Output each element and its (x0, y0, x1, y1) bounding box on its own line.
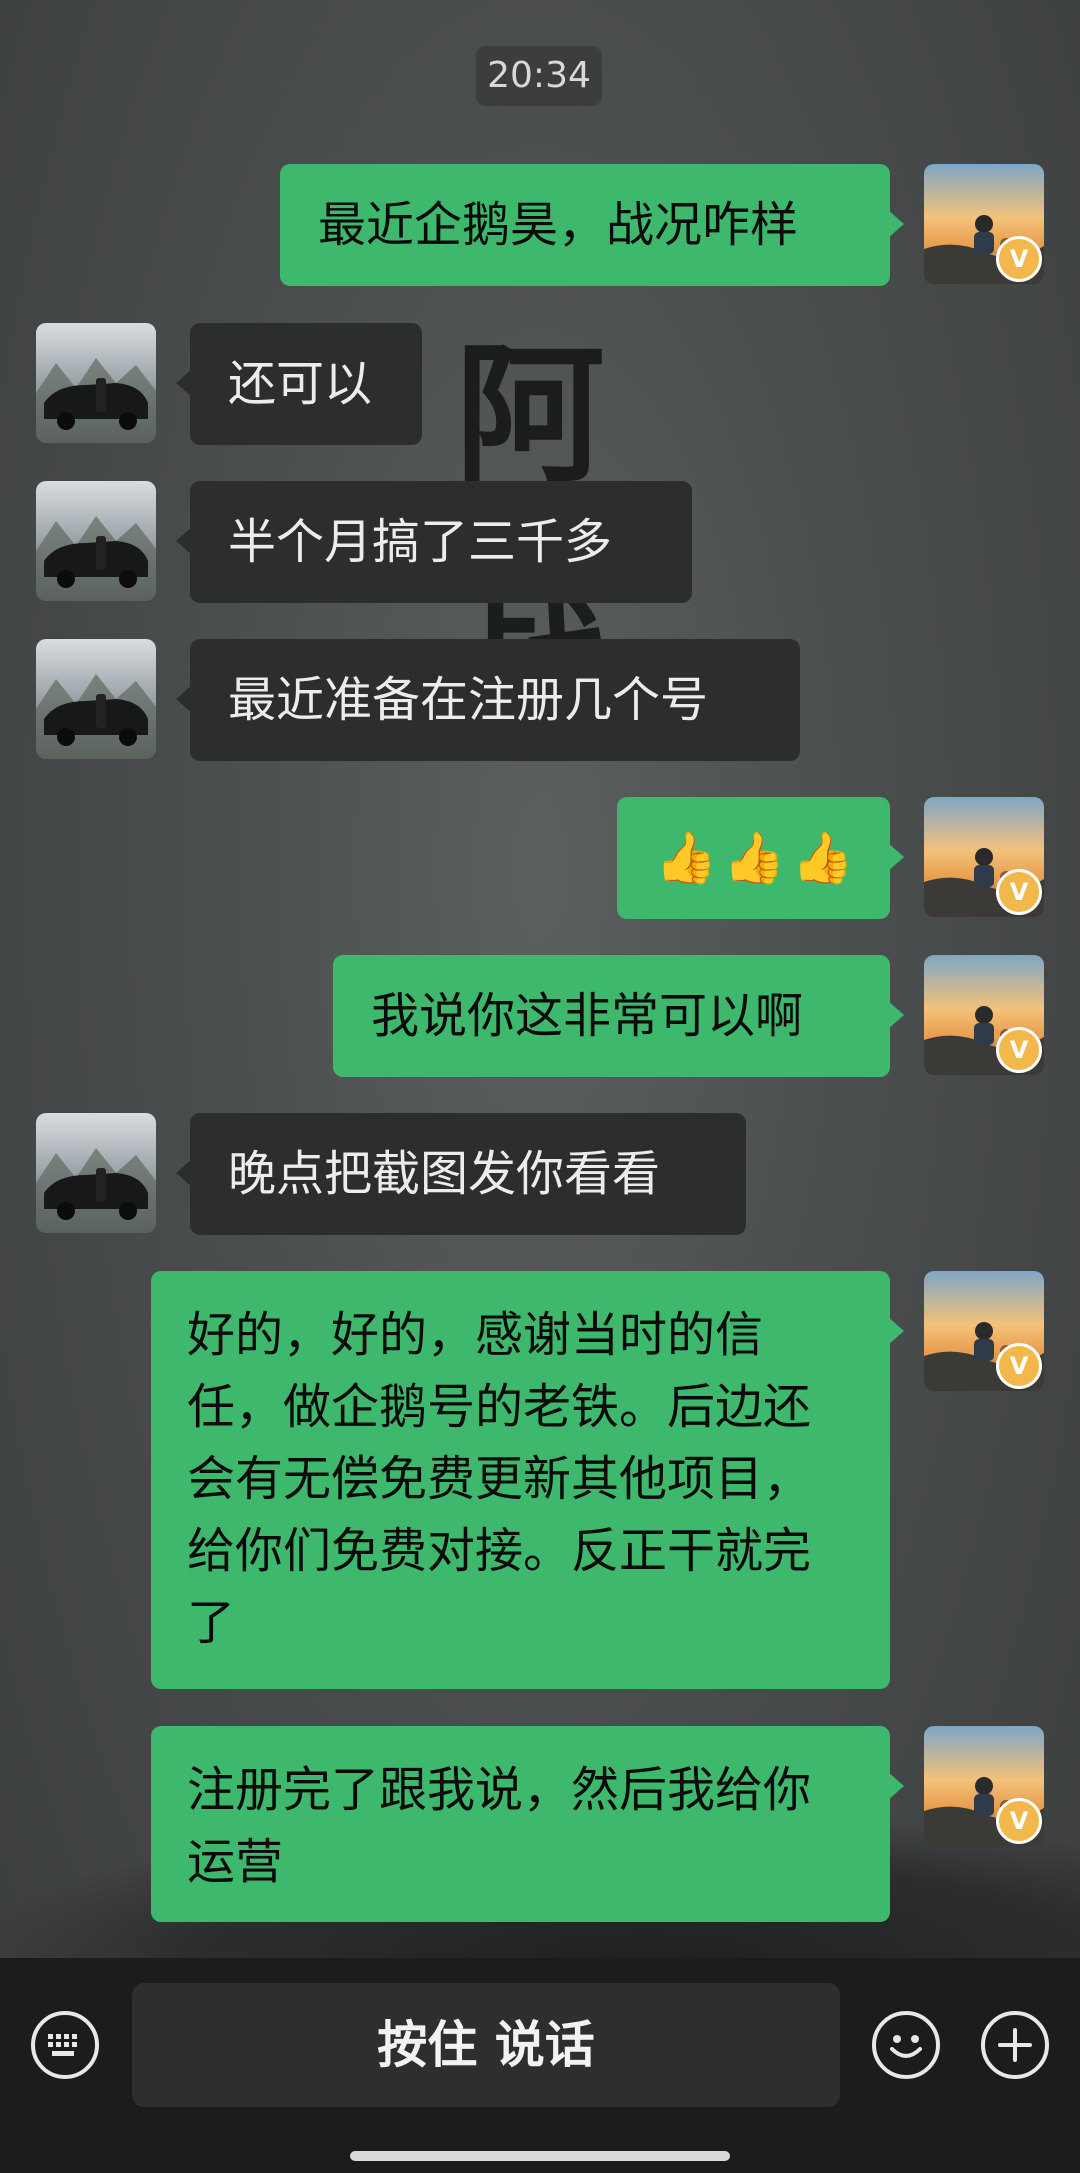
my-avatar[interactable]: V (924, 1726, 1044, 1846)
contact-avatar[interactable] (36, 639, 156, 759)
emoji-icon[interactable] (872, 2011, 940, 2079)
contact-avatar[interactable] (36, 323, 156, 443)
message-bubble-sent[interactable]: 好的，好的，感谢当时的信任，做企鹅号的老铁。后边还会有无偿免费更新其他项目，给你… (151, 1271, 904, 1689)
thumbs-up-emoji: 👍👍👍 (655, 829, 860, 887)
message-text: 最近准备在注册几个号 (228, 672, 709, 728)
verified-badge: V (996, 869, 1042, 915)
message-bubble-sent[interactable]: 我说你这非常可以啊 (333, 955, 904, 1077)
my-avatar[interactable]: V (924, 1271, 1044, 1391)
message-bubble-received[interactable]: 还可以 (176, 323, 422, 445)
my-avatar[interactable]: V (924, 955, 1044, 1075)
message-text: 注册完了跟我说，然后我给你运营 (187, 1762, 812, 1890)
keyboard-icon[interactable] (31, 2011, 99, 2079)
message-text: 晚点把截图发你看看 (228, 1146, 661, 1202)
message-bubble-sent[interactable]: 最近企鹅昊，战况咋样 (280, 164, 904, 286)
verified-badge: V (996, 1798, 1042, 1844)
home-indicator[interactable] (350, 2151, 730, 2161)
contact-avatar[interactable] (36, 1113, 156, 1233)
my-avatar[interactable]: V (924, 797, 1044, 917)
message-text: 半个月搞了三千多 (228, 514, 613, 570)
verified-badge: V (996, 236, 1042, 282)
message-bubble-sent[interactable]: 👍👍👍 (617, 797, 904, 919)
message-bubble-received[interactable]: 晚点把截图发你看看 (176, 1113, 746, 1235)
message-bubble-received[interactable]: 半个月搞了三千多 (176, 481, 692, 603)
message-text: 好的，好的，感谢当时的信任，做企鹅号的老铁。后边还会有无偿免费更新其他项目，给你… (187, 1307, 812, 1651)
hold-to-talk-button[interactable]: 按住 说话 (132, 1983, 840, 2107)
message-bubble-sent[interactable]: 注册完了跟我说，然后我给你运营 (151, 1726, 904, 1922)
my-avatar[interactable]: V (924, 164, 1044, 284)
plus-icon[interactable] (981, 2011, 1049, 2079)
contact-avatar[interactable] (36, 481, 156, 601)
message-bubble-received[interactable]: 最近准备在注册几个号 (176, 639, 800, 761)
verified-badge: V (996, 1027, 1042, 1073)
verified-badge: V (996, 1343, 1042, 1389)
message-text: 还可以 (228, 356, 373, 412)
message-text: 我说你这非常可以啊 (371, 988, 804, 1044)
message-timestamp: 20:34 (476, 46, 602, 106)
message-text: 最近企鹅昊，战况咋样 (318, 197, 799, 253)
